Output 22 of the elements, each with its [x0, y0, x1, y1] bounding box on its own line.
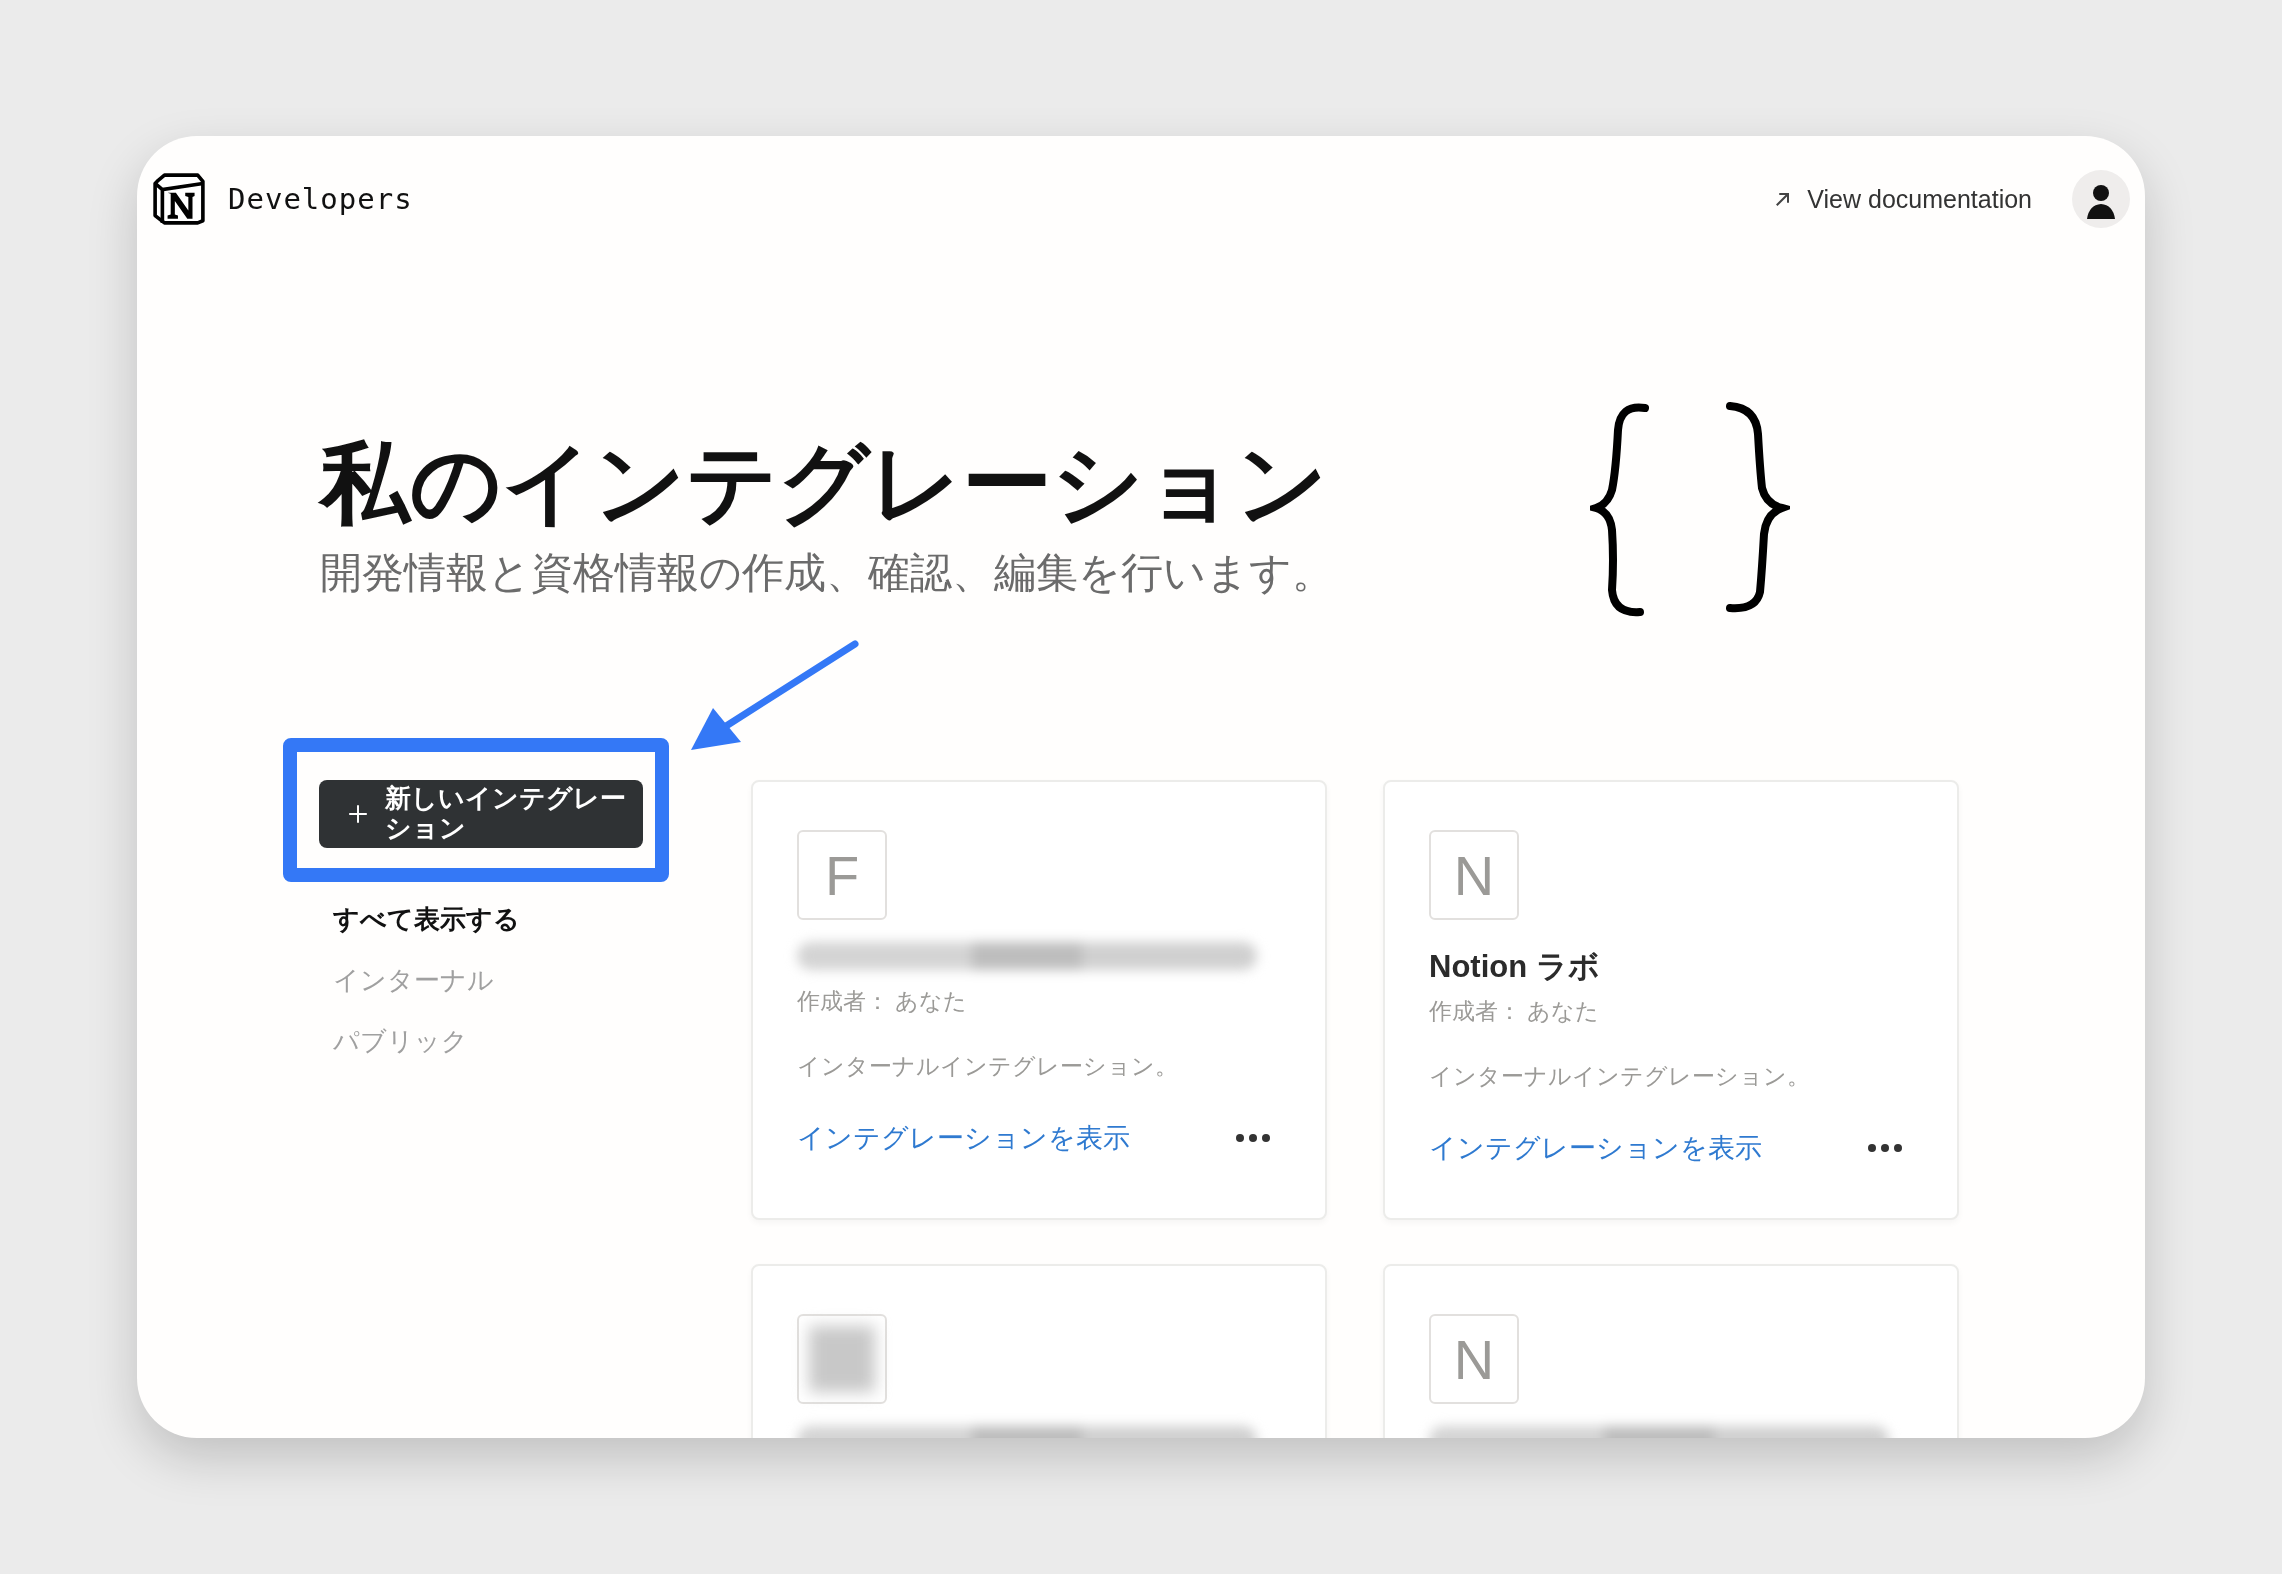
integration-icon: F: [797, 830, 887, 920]
integration-icon: N: [1429, 830, 1519, 920]
page-subtitle: 開発情報と資格情報の作成、確認、編集を行います。: [320, 548, 1334, 598]
view-documentation-link[interactable]: View documentation: [1773, 184, 2032, 214]
more-icon[interactable]: [1235, 1131, 1273, 1145]
plus-icon: [347, 802, 369, 825]
more-icon[interactable]: [1867, 1141, 1905, 1155]
integration-description: インターナルインテグレーション。: [1429, 1062, 1811, 1091]
view-integration-link[interactable]: インテグレーションを表示: [797, 1120, 1130, 1156]
filter-link[interactable]: すべて表示する: [333, 901, 669, 937]
integration-name: Notion ラボ: [1429, 948, 1601, 986]
cube-logo-icon[interactable]: [152, 172, 206, 226]
view-integration-link[interactable]: インテグレーションを表示: [1429, 1130, 1762, 1166]
filter-link[interactable]: インターナル: [333, 962, 669, 998]
page-title: 私のインテグレーション: [320, 432, 1329, 535]
integration-icon: N: [1429, 1314, 1519, 1404]
creator-text: 作成者： あなた: [1429, 997, 1601, 1026]
creator-text: 作成者： あなた: [797, 987, 969, 1016]
new-integration-button[interactable]: 新しいインテグレーション: [319, 780, 643, 848]
integration-description: インターナルインテグレーション。: [797, 1052, 1179, 1081]
brand-name: Developers: [228, 182, 413, 216]
filter-link[interactable]: パブリック: [333, 1023, 669, 1059]
